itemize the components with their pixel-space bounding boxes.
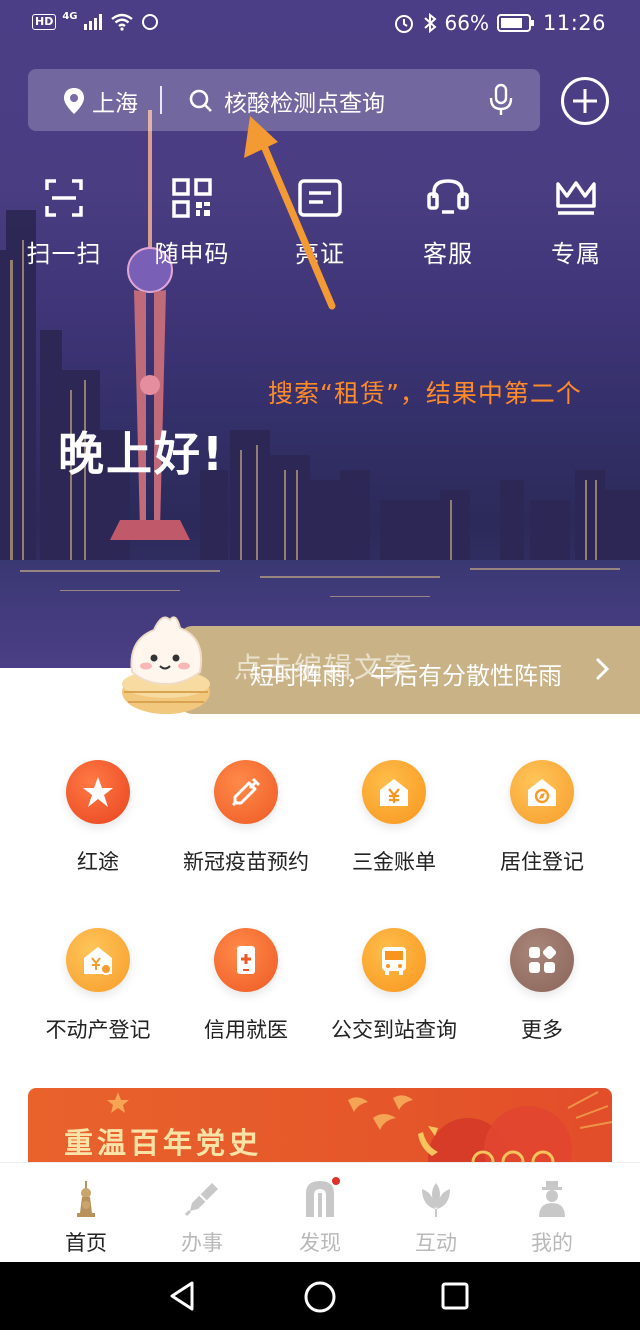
notification-dot (332, 1177, 340, 1185)
alarm-icon (394, 15, 413, 33)
quick-action-label: 专属 (551, 240, 601, 268)
service-label: 红途 (77, 850, 119, 874)
quick-action-label: 扫一扫 (26, 240, 102, 268)
scan-icon (45, 179, 83, 217)
signal-icon (83, 14, 102, 30)
quick-action-customer-service[interactable]: 客服 (384, 178, 512, 269)
qr-code-icon (172, 178, 212, 218)
battery-icon (496, 14, 534, 32)
tab-profile[interactable]: 我的 (488, 1179, 616, 1257)
tab-services[interactable]: 办事 (138, 1179, 266, 1257)
search-divider (160, 86, 162, 114)
add-button[interactable] (561, 77, 609, 125)
bluetooth-icon (423, 12, 437, 34)
recents-icon[interactable] (440, 1280, 470, 1312)
battery-percent: 66% (444, 11, 489, 35)
service-label: 更多 (521, 1018, 563, 1042)
chevron-right-icon (595, 657, 610, 681)
sync-icon (141, 14, 158, 30)
bus-icon (362, 928, 426, 992)
hero-section: HD 4G 66% 11:26 上海 核酸检测点查询 扫一扫 随申码 亮证 客服… (0, 0, 640, 668)
service-label: 新冠疫苗预约 (183, 850, 309, 874)
tab-label: 首页 (65, 1231, 107, 1255)
tab-interaction[interactable]: 互动 (372, 1179, 500, 1257)
greeting: 晚上好! (58, 427, 225, 481)
bun-mascot-icon (122, 616, 210, 714)
service-label: 信用就医 (204, 1018, 288, 1042)
crown-icon (556, 181, 596, 215)
annotation-text: 搜索“租赁”，结果中第二个 (268, 379, 582, 408)
tab-label: 互动 (415, 1231, 457, 1255)
city-selector[interactable]: 上海 (62, 84, 138, 118)
weather-text: 短时阵雨，午后有分散性阵雨 (250, 662, 562, 690)
search-icon (189, 89, 212, 112)
service-three-funds-bill[interactable]: 三金账单 (314, 760, 474, 876)
service-label: 居住登记 (500, 850, 584, 874)
service-label: 公交到站查询 (331, 1018, 457, 1042)
service-label: 三金账单 (352, 850, 436, 874)
service-hongtu[interactable]: 红途 (18, 760, 178, 876)
service-more[interactable]: 更多 (462, 928, 622, 1044)
fountain-pen-icon (184, 1183, 218, 1217)
tab-label: 发现 (299, 1231, 341, 1255)
service-credit-medical[interactable]: 信用就医 (166, 928, 326, 1044)
property-icon (66, 928, 130, 992)
service-label: 不动产登记 (45, 1018, 151, 1042)
quick-action-suishen-code[interactable]: 随申码 (128, 178, 256, 269)
service-real-estate-registration[interactable]: 不动产登记 (18, 928, 178, 1044)
star-icon (66, 760, 130, 824)
banner-title: 重温百年党史 (64, 1126, 263, 1160)
quick-action-scan[interactable]: 扫一扫 (0, 178, 128, 269)
customer-service-icon (427, 179, 469, 214)
house-compass-icon (510, 760, 574, 824)
city-name: 上海 (92, 91, 138, 117)
wifi-icon (110, 13, 133, 31)
status-bar: HD 4G 66% 11:26 (0, 0, 640, 48)
home-tower-icon (77, 1181, 95, 1217)
bottom-tab-bar: 首页 办事 发现 互动 我的 (0, 1162, 640, 1262)
person-icon (539, 1181, 565, 1217)
magnolia-flower-icon (422, 1183, 450, 1217)
tab-label: 办事 (181, 1231, 223, 1255)
network-type: 4G (62, 10, 78, 22)
hd-badge: HD (32, 14, 57, 30)
quick-action-label: 随申码 (154, 240, 230, 268)
clock: 11:26 (542, 11, 606, 35)
service-bus-arrival[interactable]: 公交到站查询 (314, 928, 474, 1044)
tab-home[interactable]: 首页 (22, 1179, 150, 1257)
annotation-arrow (244, 116, 336, 310)
system-nav-bar (0, 1262, 640, 1330)
location-pin-icon (64, 88, 84, 114)
medical-phone-icon (214, 928, 278, 992)
weather-banner[interactable]: 点击编辑文案 短时阵雨，午后有分散性阵雨 (180, 626, 640, 714)
syringe-icon (214, 760, 278, 824)
more-grid-icon (510, 928, 574, 992)
quick-action-label: 客服 (423, 240, 473, 268)
service-residence-registration[interactable]: 居住登记 (462, 760, 622, 876)
home-icon[interactable] (303, 1280, 337, 1314)
microphone-icon[interactable] (488, 83, 514, 117)
tab-discover[interactable]: 发现 (256, 1179, 384, 1257)
arch-building-icon (306, 1181, 334, 1217)
quick-action-exclusive[interactable]: 专属 (512, 178, 640, 269)
service-vaccine-appointment[interactable]: 新冠疫苗预约 (166, 760, 326, 876)
house-yuan-icon (362, 760, 426, 824)
back-icon[interactable] (168, 1280, 198, 1312)
tab-label: 我的 (531, 1231, 573, 1255)
